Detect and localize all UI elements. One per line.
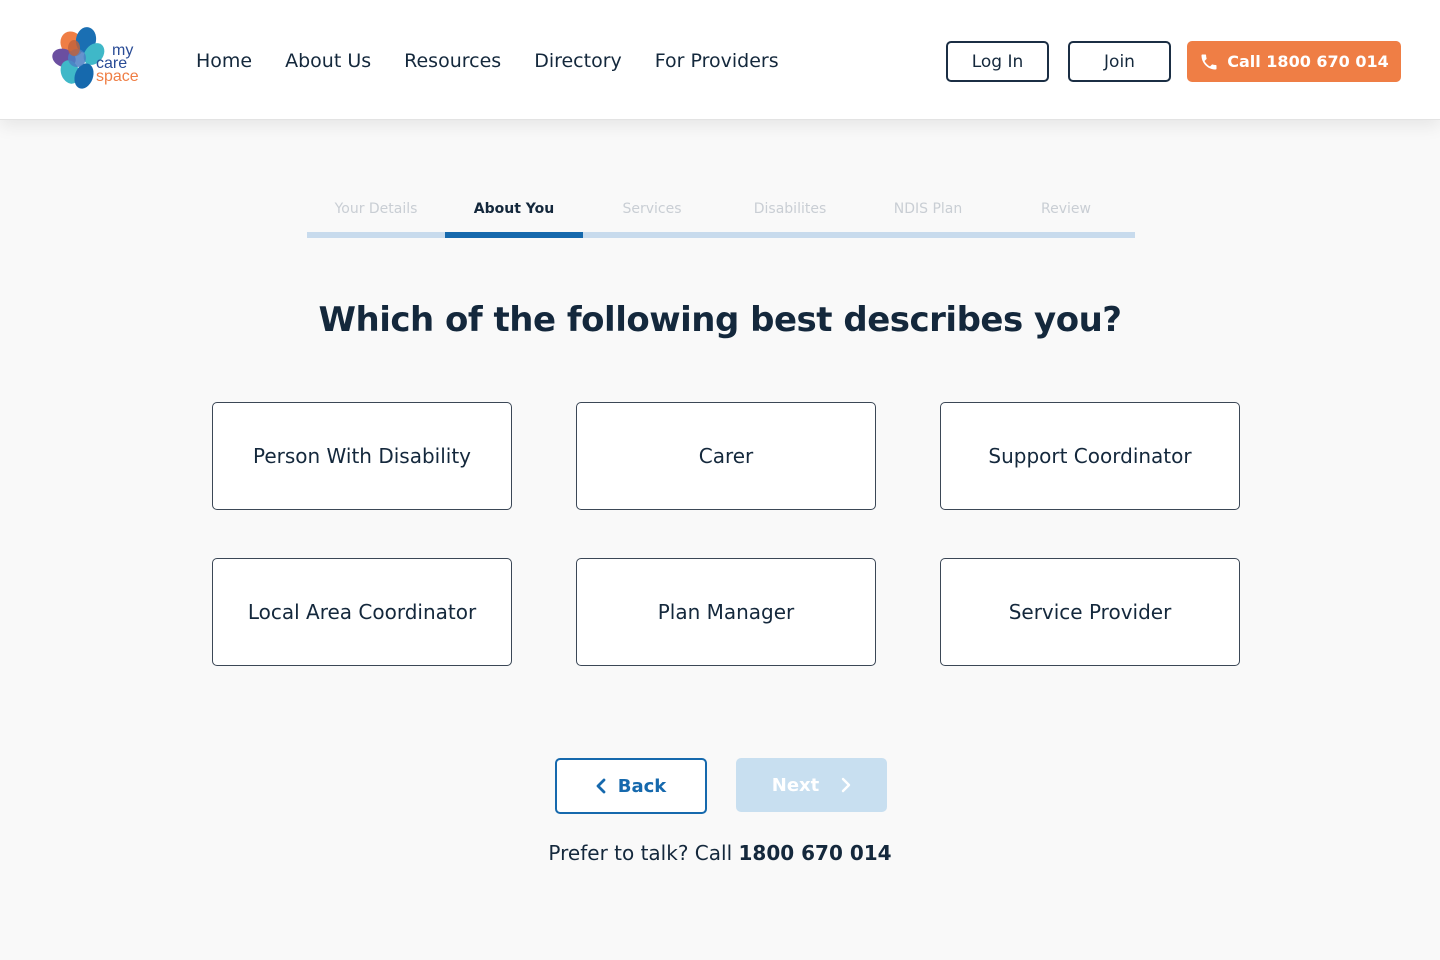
step-label: NDIS Plan bbox=[893, 201, 963, 217]
talk-prefix: Prefer to talk? Call bbox=[548, 841, 733, 865]
step-your-details[interactable]: Your Details bbox=[307, 196, 445, 238]
brand-logo[interactable]: my care space bbox=[52, 26, 142, 94]
login-button[interactable]: Log In bbox=[946, 41, 1049, 82]
logo-wordmark: my care space bbox=[94, 43, 139, 85]
step-label: Services bbox=[622, 201, 682, 217]
option-service-provider[interactable]: Service Provider bbox=[940, 558, 1240, 666]
option-local-area-coordinator[interactable]: Local Area Coordinator bbox=[212, 558, 512, 666]
nav-for-providers[interactable]: For Providers bbox=[655, 50, 779, 72]
step-disabilities[interactable]: Disabilites bbox=[721, 196, 859, 238]
step-label: About You bbox=[473, 201, 555, 217]
step-label: Review bbox=[1041, 201, 1091, 217]
next-button-label: Next bbox=[771, 774, 820, 796]
logo-word-space: space bbox=[96, 68, 139, 85]
main-nav: Home About Us Resources Directory For Pr… bbox=[196, 50, 812, 72]
call-button[interactable]: Call 1800 670 014 bbox=[1187, 41, 1401, 82]
join-button[interactable]: Join bbox=[1068, 41, 1171, 82]
prefer-to-talk-text: Prefer to talk? Call 1800 670 014 bbox=[0, 841, 1440, 865]
next-button[interactable]: Next bbox=[736, 758, 887, 812]
site-header: my care space Home About Us Resources Di… bbox=[0, 0, 1440, 120]
nav-about-us[interactable]: About Us bbox=[285, 50, 371, 72]
talk-phone-number[interactable]: 1800 670 014 bbox=[738, 841, 891, 865]
step-label: Your Details bbox=[334, 201, 418, 217]
nav-resources[interactable]: Resources bbox=[404, 50, 501, 72]
nav-directory[interactable]: Directory bbox=[534, 50, 622, 72]
option-support-coordinator[interactable]: Support Coordinator bbox=[940, 402, 1240, 510]
step-review[interactable]: Review bbox=[997, 196, 1135, 238]
back-button-label: Back bbox=[617, 775, 667, 797]
question-heading: Which of the following best describes yo… bbox=[318, 300, 1122, 340]
option-plan-manager[interactable]: Plan Manager bbox=[576, 558, 876, 666]
nav-home[interactable]: Home bbox=[196, 50, 252, 72]
progress-stepper: Your Details About You Services Disabili… bbox=[307, 196, 1135, 238]
step-services[interactable]: Services bbox=[583, 196, 721, 238]
step-label: Disabilites bbox=[753, 201, 827, 217]
step-about-you[interactable]: About You bbox=[445, 196, 583, 238]
option-carer[interactable]: Carer bbox=[576, 402, 876, 510]
call-button-label: Call 1800 670 014 bbox=[1227, 52, 1389, 71]
back-button[interactable]: Back bbox=[555, 758, 707, 814]
chevron-left-icon bbox=[596, 778, 606, 794]
chevron-right-icon bbox=[842, 777, 851, 793]
phone-icon bbox=[1201, 54, 1217, 69]
step-ndis-plan[interactable]: NDIS Plan bbox=[859, 196, 997, 238]
option-person-with-disability[interactable]: Person With Disability bbox=[212, 402, 512, 510]
